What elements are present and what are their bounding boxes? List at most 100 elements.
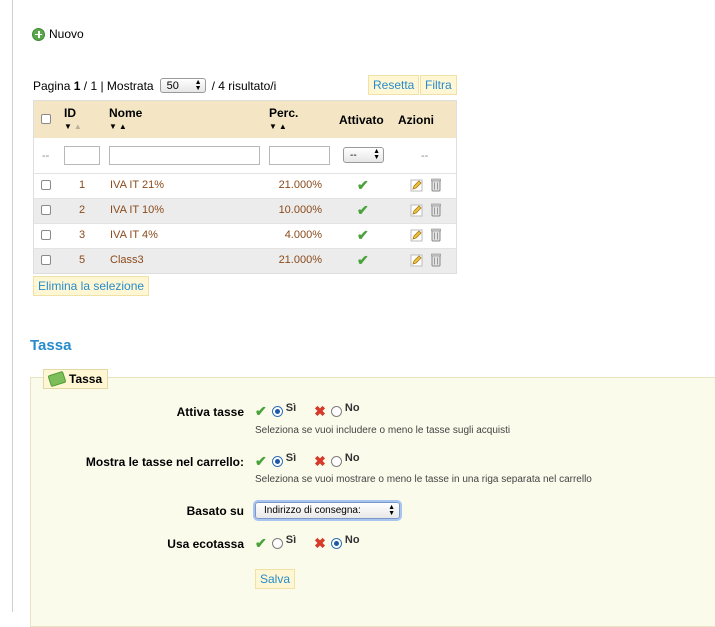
- based-on-value: Indirizzo di consegna:: [264, 505, 361, 516]
- yes-label: Sì: [285, 451, 297, 464]
- table-row[interactable]: 1 IVA IT 21% 21.000% ✔: [34, 174, 456, 199]
- row-id: 3: [78, 229, 86, 241]
- per-page-select[interactable]: 50 ▲ ▼: [159, 78, 206, 93]
- row-id: 5: [78, 254, 86, 266]
- results-count: / 4 risultato/i: [211, 78, 277, 93]
- active-check-icon[interactable]: ✔: [357, 178, 369, 192]
- delete-icon[interactable]: [431, 253, 441, 267]
- filter-row: -- -- ▲ ▼ --: [34, 138, 456, 174]
- page-separator: /: [83, 78, 88, 93]
- col-id-label: ID: [64, 106, 76, 120]
- active-check-icon[interactable]: ✔: [357, 203, 369, 217]
- delete-icon[interactable]: [431, 203, 441, 217]
- yes-check-icon: ✔: [255, 403, 267, 419]
- row-checkbox[interactable]: [41, 205, 51, 215]
- reset-button[interactable]: Resetta: [368, 75, 420, 95]
- show-tax-cart-options: ✔ Sì ✖ No: [255, 451, 360, 470]
- filter-active-select[interactable]: -- ▲ ▼: [343, 147, 384, 163]
- yes-label: Sì: [285, 401, 297, 414]
- row-perc: 21.000%: [278, 254, 322, 266]
- actions-dash: --: [421, 150, 429, 162]
- filter-id-input[interactable]: [64, 146, 100, 165]
- show-tax-cart-label: Mostra le tasse nel carrello:: [85, 455, 244, 469]
- enable-tax-label: Attiva tasse: [176, 405, 244, 419]
- row-name: IVA IT 10%: [110, 204, 165, 216]
- shown-label: | Mostrata: [100, 78, 154, 93]
- save-button[interactable]: Salva: [255, 569, 296, 589]
- select-all-checkbox[interactable]: [41, 114, 51, 124]
- eco-tax-label: Usa ecotassa: [167, 537, 244, 551]
- active-check-icon[interactable]: ✔: [357, 228, 369, 242]
- row-perc: 21.000%: [278, 179, 322, 191]
- delete-selection-button[interactable]: Elimina la selezione: [33, 276, 150, 296]
- row-id: 1: [78, 179, 86, 191]
- edit-icon[interactable]: [410, 254, 423, 267]
- edit-icon[interactable]: [410, 179, 423, 192]
- eco-tax-yes-radio[interactable]: [271, 538, 283, 549]
- yes-check-icon: ✔: [255, 453, 267, 469]
- row-checkbox[interactable]: [41, 230, 51, 240]
- eco-tax-options: ✔ Sì ✖ No: [255, 533, 360, 552]
- delete-icon[interactable]: [431, 228, 441, 242]
- table-header: ID ▼ ▲ Nome ▼ ▲ Perc. ▼ ▲ Attivato Azioni: [34, 101, 456, 138]
- page-label: Pagina: [33, 78, 71, 93]
- current-page: 1: [73, 78, 81, 93]
- new-tax-label: Nuovo: [49, 27, 84, 41]
- row-perc: 4.000%: [284, 229, 322, 241]
- row-id: 2: [78, 204, 86, 216]
- yes-check-icon: ✔: [255, 535, 267, 551]
- row-perc: 10.000%: [278, 204, 322, 216]
- show-tax-cart-yes-radio[interactable]: [271, 456, 283, 467]
- no-cross-icon: ✖: [314, 535, 326, 551]
- show-tax-cart-no-radio[interactable]: [330, 456, 342, 467]
- edit-icon[interactable]: [410, 204, 423, 217]
- no-label: No: [344, 533, 360, 546]
- money-icon: [47, 370, 67, 388]
- enable-tax-hint: Seleziona se vuoi includere o meno le ta…: [255, 425, 511, 436]
- based-on-label: Basato su: [186, 504, 244, 518]
- sort-arrows-icon[interactable]: ▼ ▲: [269, 122, 298, 131]
- col-active-label: Attivato: [339, 113, 384, 127]
- enable-tax-no-radio[interactable]: [330, 406, 342, 417]
- enable-tax-yes-radio[interactable]: [271, 406, 283, 417]
- row-name: IVA IT 21%: [110, 179, 165, 191]
- col-actions-label: Azioni: [398, 113, 434, 127]
- sort-arrows-icon[interactable]: ▼ ▲: [109, 122, 142, 131]
- no-cross-icon: ✖: [314, 453, 326, 469]
- delete-icon[interactable]: [431, 178, 441, 192]
- no-cross-icon: ✖: [314, 403, 326, 419]
- no-label: No: [344, 401, 360, 414]
- col-id: ID ▼ ▲: [64, 106, 82, 131]
- tax-legend: Tassa: [43, 369, 109, 389]
- row-checkbox[interactable]: [41, 255, 51, 265]
- table-row[interactable]: 3 IVA IT 4% 4.000% ✔: [34, 224, 456, 249]
- filter-name-input[interactable]: [109, 146, 260, 165]
- show-tax-cart-hint: Seleziona se vuoi mostrare o meno le tas…: [255, 474, 592, 485]
- pagination-bar: Pagina 1 / 1 | Mostrata 50 ▲ ▼ / 4 risult…: [33, 78, 276, 93]
- enable-tax-options: ✔ Sì ✖ No: [255, 401, 360, 420]
- eco-tax-no-radio[interactable]: [330, 538, 342, 549]
- table-row[interactable]: 2 IVA IT 10% 10.000% ✔: [34, 199, 456, 224]
- per-page-value: 50: [166, 79, 179, 92]
- add-icon: [32, 27, 45, 41]
- row-name: IVA IT 4%: [110, 229, 158, 241]
- filter-button[interactable]: Filtra: [420, 75, 457, 95]
- edit-icon[interactable]: [410, 229, 423, 242]
- yes-label: Sì: [285, 533, 297, 546]
- filter-perc-input[interactable]: [269, 146, 330, 165]
- select-arrows-icon: ▲ ▼: [388, 503, 395, 517]
- sort-arrows-icon[interactable]: ▼ ▲: [64, 122, 82, 131]
- new-tax-button[interactable]: Nuovo: [32, 27, 84, 41]
- col-perc-label: Perc.: [269, 106, 299, 120]
- no-label: No: [344, 451, 360, 464]
- col-perc: Perc. ▼ ▲: [269, 106, 298, 131]
- tax-section-title: Tassa: [30, 337, 72, 354]
- active-check-icon[interactable]: ✔: [357, 253, 369, 267]
- based-on-select[interactable]: Indirizzo di consegna: ▲ ▼: [255, 502, 400, 519]
- table-row[interactable]: 5 Class3 21.000% ✔: [34, 249, 456, 273]
- col-name-label: Nome: [109, 106, 143, 120]
- tax-legend-label: Tassa: [69, 372, 103, 386]
- row-checkbox[interactable]: [41, 180, 51, 190]
- tax-table: ID ▼ ▲ Nome ▼ ▲ Perc. ▼ ▲ Attivato Azioni -…: [33, 100, 457, 274]
- page-left-border: [12, 0, 13, 612]
